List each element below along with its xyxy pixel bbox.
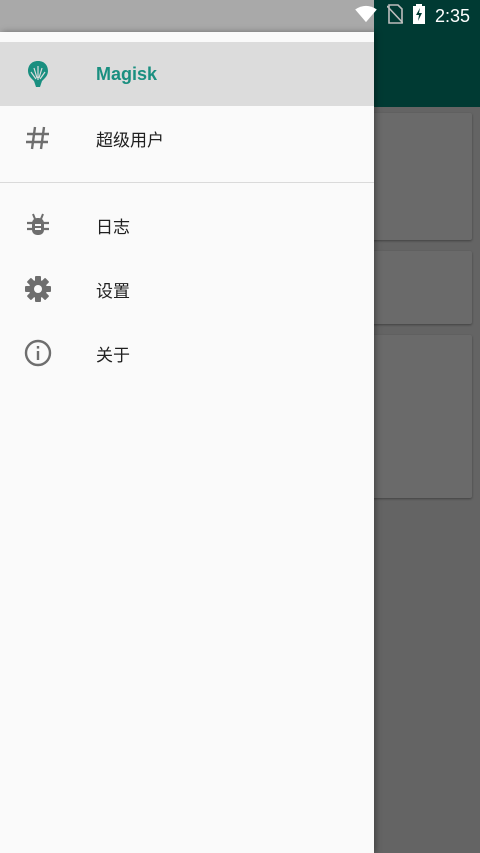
nav-item-superuser[interactable]: 超级用户 xyxy=(0,106,374,170)
nav-label-logs: 日志 xyxy=(96,217,130,238)
nav-label-settings: 设置 xyxy=(96,281,130,302)
wifi-icon xyxy=(355,5,377,27)
nav-label-magisk: Magisk xyxy=(96,63,158,84)
magisk-logo-icon xyxy=(22,58,54,90)
status-time: 2:35 xyxy=(434,5,470,26)
drawer-divider xyxy=(0,182,374,183)
gear-icon xyxy=(22,273,54,305)
nav-item-logs[interactable]: 日志 xyxy=(0,193,374,257)
info-icon xyxy=(22,337,54,369)
nav-item-settings[interactable]: 设置 xyxy=(0,257,374,321)
navigation-drawer: Magisk 超级用户 日志 设置 关于 xyxy=(0,32,374,853)
app-toolbar xyxy=(374,32,480,107)
nav-label-about: 关于 xyxy=(96,345,130,366)
no-sim-icon xyxy=(386,4,404,28)
nav-item-about[interactable]: 关于 xyxy=(0,321,374,385)
battery-charging-icon xyxy=(412,4,425,28)
status-bar-right: 2:35 xyxy=(355,0,480,32)
nav-item-magisk[interactable]: Magisk xyxy=(0,42,374,106)
nav-label-superuser: 超级用户 xyxy=(96,130,164,151)
hash-icon xyxy=(22,122,54,154)
bug-icon xyxy=(22,209,54,241)
drawer-header xyxy=(0,32,374,42)
